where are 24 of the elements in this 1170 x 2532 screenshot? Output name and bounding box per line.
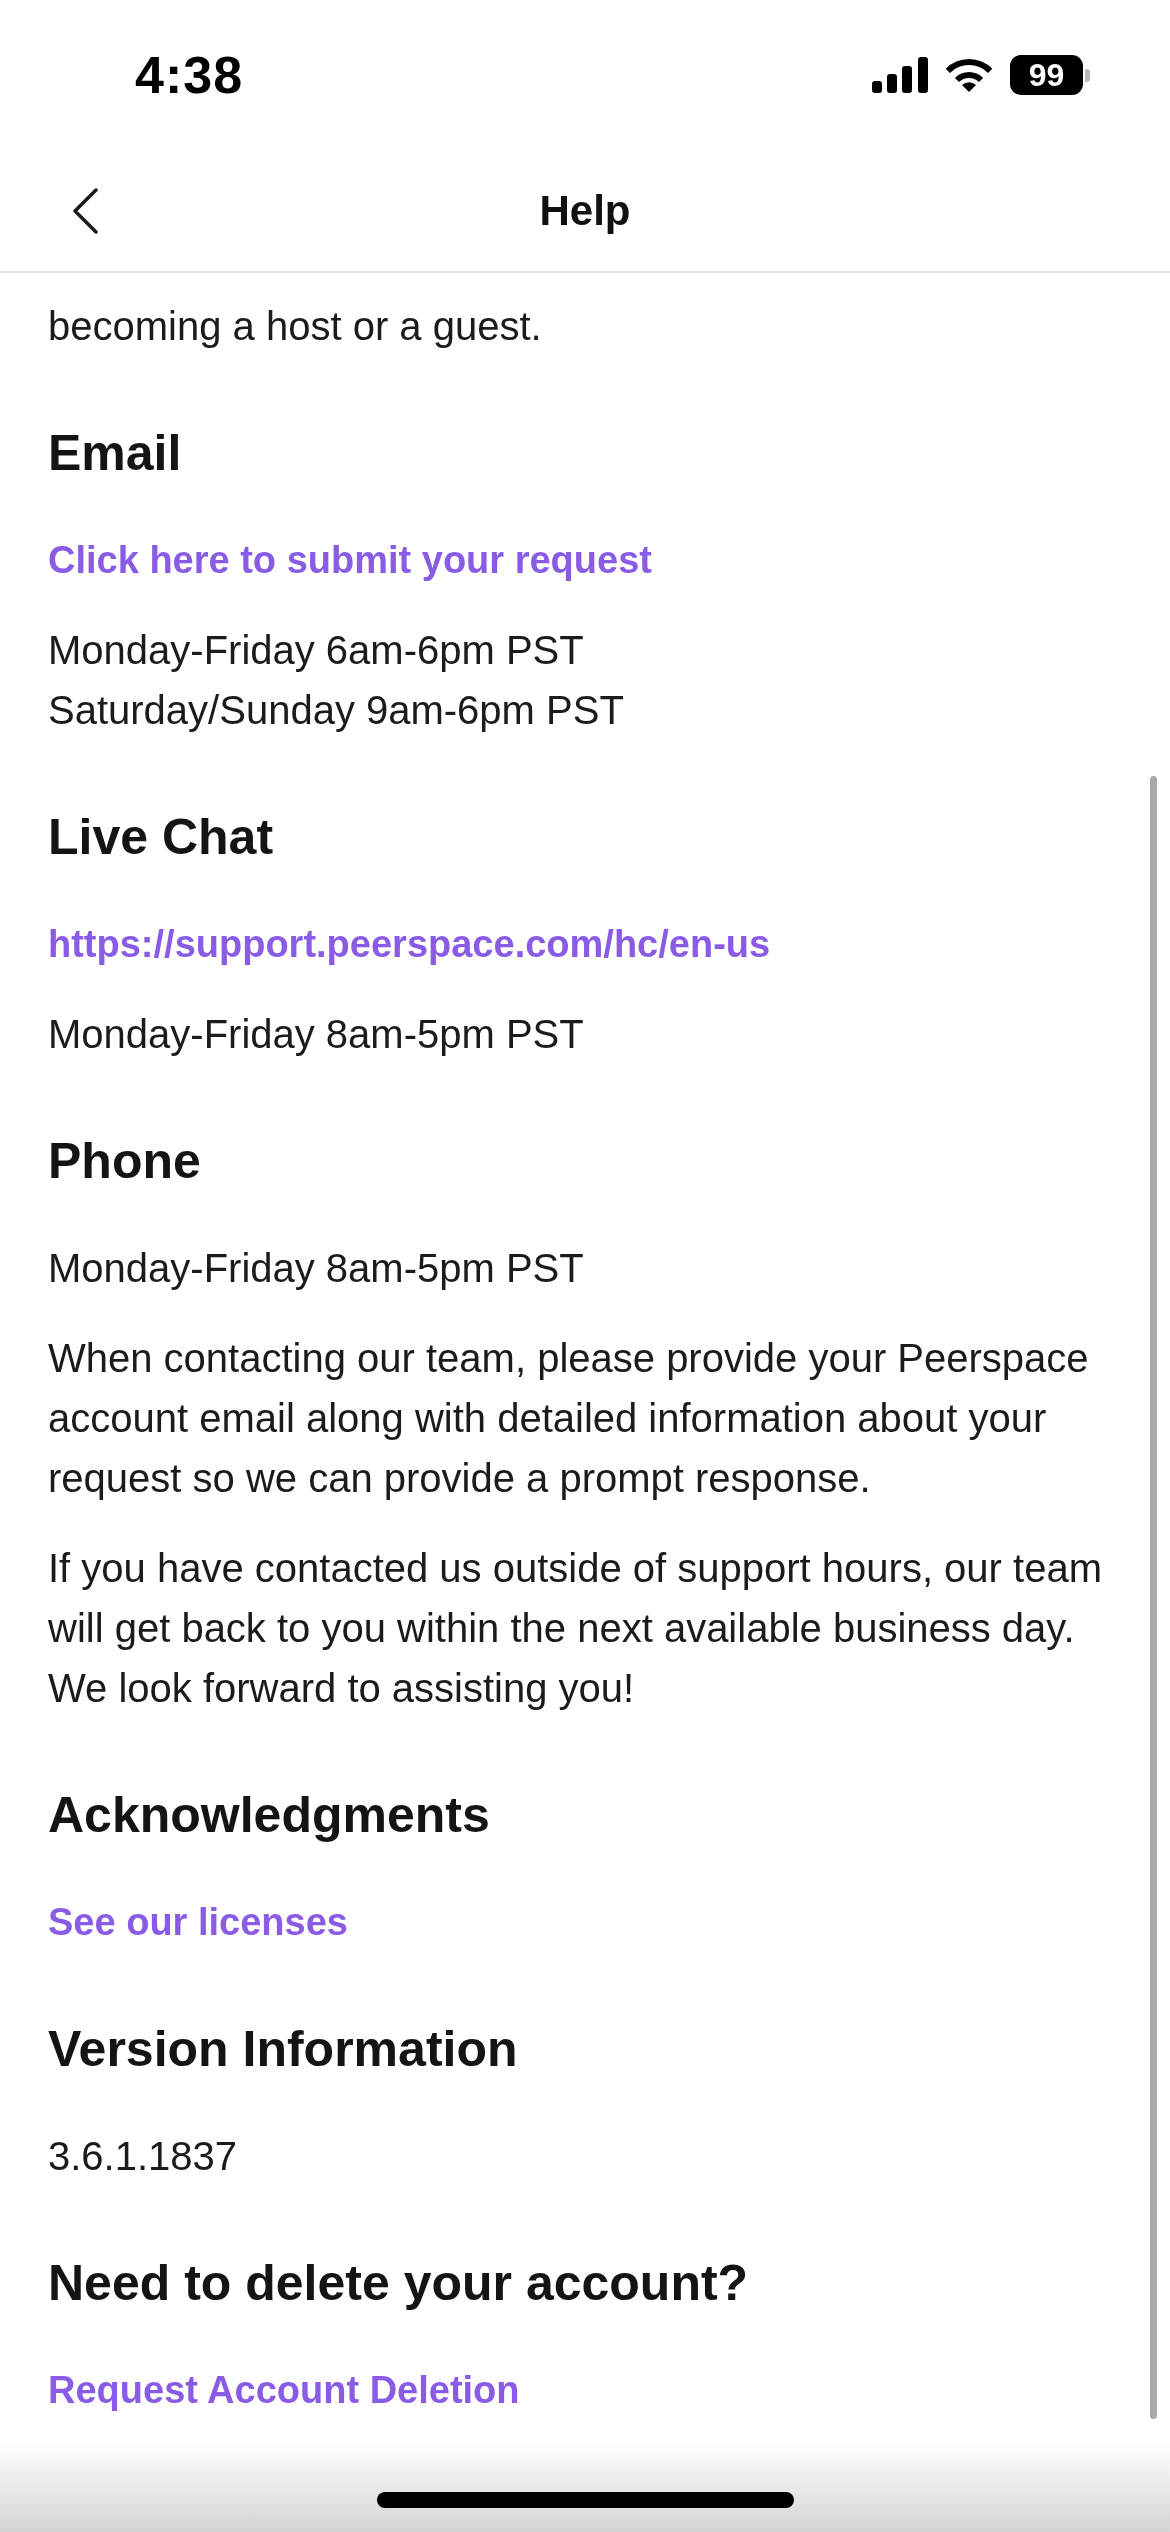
body-text: Saturday/Sunday 9am-6pm PST (48, 687, 625, 734)
section-heading: Acknowledgments (48, 1786, 491, 1845)
signal-icon (872, 57, 928, 93)
body-text: When contacting our team, please provide your Peerspace account email along with detailed information about your request so we can provide a prompt response. (48, 1335, 1090, 1502)
body-text: If you have contacted us outside of support hours, our team will get back to you within the next available business day. We look forward to assisting you! (48, 1545, 1103, 1712)
text-link[interactable]: https://support.peerspace.com/hc/en-us (48, 914, 771, 974)
section-heading: Live Chat (48, 808, 275, 867)
page-title: Help (539, 186, 631, 236)
section-heading: Version Information (48, 2020, 519, 2079)
section-heading: Need to delete your account? (48, 2254, 750, 2313)
body-text: Monday-Friday 6am-6pm PST (48, 627, 585, 674)
wifi-icon (944, 58, 994, 92)
section-heading: Email (48, 424, 183, 483)
status-time: 4:38 (135, 45, 244, 106)
section-heading: Phone (48, 1132, 202, 1191)
text-link[interactable]: Request Account Deletion (48, 2360, 520, 2420)
intro-text: becoming a host or a guest. (48, 303, 543, 350)
text-link[interactable]: Click here to submit your request (48, 530, 652, 590)
body-text: 3.6.1.1837 (48, 2133, 239, 2180)
body-text: Monday-Friday 8am-5pm PST (48, 1245, 585, 1292)
battery-indicator: 99 (1010, 55, 1090, 95)
back-chevron-icon (72, 187, 98, 234)
text-link[interactable]: See our licenses (48, 1892, 348, 1952)
body-text: Monday-Friday 8am-5pm PST (48, 1011, 585, 1058)
